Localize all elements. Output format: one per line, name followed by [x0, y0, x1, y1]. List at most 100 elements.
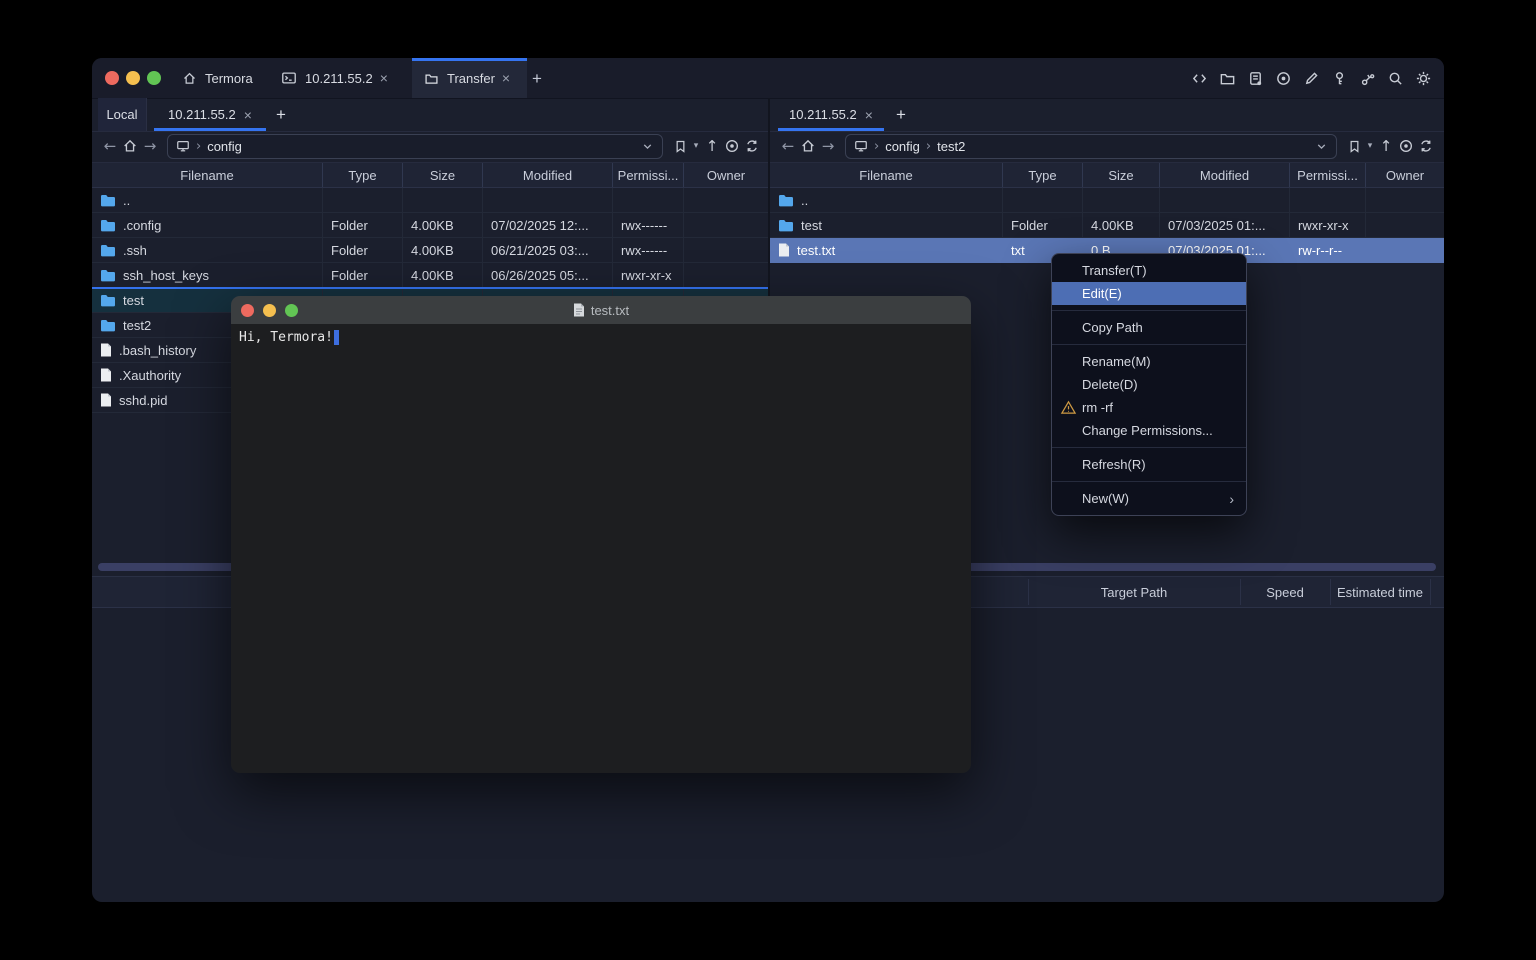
breadcrumb-segment[interactable]: config: [885, 139, 920, 154]
filename: ..: [123, 193, 130, 208]
column-header-modified[interactable]: Modified: [1160, 163, 1290, 187]
column-header-permissions[interactable]: Permissi...: [1290, 163, 1366, 187]
right-back-button[interactable]: ←: [778, 135, 798, 157]
column-header-target-path[interactable]: Target Path: [1028, 577, 1240, 607]
computer-icon: [176, 139, 190, 153]
right-bookmark-button[interactable]: [1344, 135, 1364, 157]
left-tab-remote[interactable]: 10.211.55.2 ×: [154, 98, 266, 131]
menu-separator: [1052, 310, 1246, 311]
column-header-filename[interactable]: Filename: [770, 163, 1003, 187]
right-show-hidden-button[interactable]: [1396, 135, 1416, 157]
right-path-field[interactable]: › config › test2: [845, 134, 1337, 159]
right-refresh-button[interactable]: [1416, 135, 1436, 157]
left-show-hidden-button[interactable]: [722, 135, 742, 157]
maximize-window-button[interactable]: [147, 71, 161, 85]
filename: sshd.pid: [119, 393, 167, 408]
close-window-button[interactable]: [105, 71, 119, 85]
left-new-tab-button[interactable]: +: [276, 98, 286, 131]
table-row[interactable]: .config Folder 4.00KB 07/02/2025 12:... …: [92, 213, 768, 238]
column-header-owner[interactable]: Owner: [1366, 163, 1444, 187]
menu-item-rm-rf[interactable]: rm -rf: [1052, 396, 1246, 419]
tab-termora[interactable]: Termora: [180, 58, 272, 98]
right-tab-remote-close-icon[interactable]: ×: [865, 108, 873, 122]
code-icon[interactable]: [1190, 69, 1208, 87]
right-home-button[interactable]: [798, 135, 818, 157]
column-header-type[interactable]: Type: [1003, 163, 1083, 187]
table-row[interactable]: test Folder 4.00KB 07/03/2025 01:... rwx…: [770, 213, 1444, 238]
left-tab-local-label: Local: [106, 107, 137, 122]
column-header-type[interactable]: Type: [323, 163, 403, 187]
permissions-cell: rwx------: [613, 238, 684, 262]
right-table-header: Filename Type Size Modified Permissi... …: [770, 162, 1444, 188]
menu-item-new[interactable]: New(W) ›: [1052, 487, 1246, 510]
left-bookmark-button[interactable]: [670, 135, 690, 157]
owner-cell: [684, 238, 768, 262]
search-icon[interactable]: [1386, 69, 1404, 87]
right-forward-button[interactable]: →: [818, 135, 838, 157]
tab-transfer-close-icon[interactable]: ×: [502, 71, 510, 85]
right-tab-remote[interactable]: 10.211.55.2 ×: [778, 98, 884, 131]
right-new-tab-button[interactable]: +: [896, 98, 906, 131]
breadcrumb-segment[interactable]: config: [207, 139, 242, 154]
left-refresh-button[interactable]: [742, 135, 762, 157]
right-bookmark-caret-icon[interactable]: ▾: [1364, 135, 1376, 157]
column-header-size[interactable]: Size: [1083, 163, 1160, 187]
left-path-field[interactable]: › config: [167, 134, 663, 159]
left-home-button[interactable]: [120, 135, 140, 157]
table-row[interactable]: ..: [92, 188, 768, 213]
tab-transfer-label: Transfer: [447, 71, 495, 86]
log-icon[interactable]: [1246, 69, 1264, 87]
key-icon[interactable]: [1330, 69, 1348, 87]
menu-item-change-permissions[interactable]: Change Permissions...: [1052, 419, 1246, 442]
editor-maximize-button[interactable]: [285, 304, 298, 317]
left-forward-button[interactable]: →: [140, 135, 160, 157]
folder-icon[interactable]: [1218, 69, 1236, 87]
minimize-window-button[interactable]: [126, 71, 140, 85]
right-parent-dir-button[interactable]: ↑: [1376, 135, 1396, 157]
folder-tab-icon: [422, 69, 440, 87]
table-row[interactable]: .ssh Folder 4.00KB 06/21/2025 03:... rwx…: [92, 238, 768, 263]
menu-item-transfer[interactable]: Transfer(T): [1052, 259, 1246, 282]
titlebar: Termora 10.211.55.2 × Transfer × +: [92, 58, 1444, 99]
left-tab-remote-close-icon[interactable]: ×: [244, 108, 252, 122]
menu-item-delete[interactable]: Delete(D): [1052, 373, 1246, 396]
menu-item-edit[interactable]: Edit(E): [1052, 282, 1246, 305]
right-path-dropdown-icon[interactable]: [1315, 140, 1328, 153]
record-icon[interactable]: [1274, 69, 1292, 87]
breadcrumb-segment[interactable]: test2: [937, 139, 965, 154]
tab-transfer[interactable]: Transfer ×: [412, 58, 527, 98]
column-header-modified[interactable]: Modified: [483, 163, 613, 187]
table-row[interactable]: ..: [770, 188, 1444, 213]
column-header-owner[interactable]: Owner: [684, 163, 768, 187]
column-header-size[interactable]: Size: [403, 163, 483, 187]
menu-item-rename[interactable]: Rename(M): [1052, 350, 1246, 373]
left-parent-dir-button[interactable]: ↑: [702, 135, 722, 157]
column-header-filename[interactable]: Filename: [92, 163, 323, 187]
keychain-icon[interactable]: [1358, 69, 1376, 87]
left-tab-local[interactable]: Local: [98, 98, 147, 131]
left-bookmark-caret-icon[interactable]: ▾: [690, 135, 702, 157]
editor-window: test.txt Hi, Termora!: [231, 296, 971, 773]
terminal-icon: [280, 69, 298, 87]
left-path-dropdown-icon[interactable]: [641, 140, 654, 153]
column-header-speed[interactable]: Speed: [1240, 577, 1330, 607]
filename: .ssh: [123, 243, 147, 258]
editor-minimize-button[interactable]: [263, 304, 276, 317]
menu-item-copy-path[interactable]: Copy Path: [1052, 316, 1246, 339]
menu-item-refresh[interactable]: Refresh(R): [1052, 453, 1246, 476]
new-tab-button[interactable]: +: [532, 58, 542, 98]
editor-content[interactable]: Hi, Termora!: [231, 324, 971, 773]
column-header-estimated-time[interactable]: Estimated time: [1330, 577, 1430, 607]
tab-terminal-host-close-icon[interactable]: ×: [380, 71, 388, 85]
gear-icon[interactable]: [1414, 69, 1432, 87]
size-cell: [1083, 188, 1160, 212]
size-cell: [403, 188, 483, 212]
left-back-button[interactable]: ←: [100, 135, 120, 157]
folder-icon: [100, 319, 116, 332]
pencil-icon[interactable]: [1302, 69, 1320, 87]
editor-close-button[interactable]: [241, 304, 254, 317]
tab-terminal-host[interactable]: 10.211.55.2 ×: [280, 58, 402, 98]
table-row[interactable]: ssh_host_keys Folder 4.00KB 06/26/2025 0…: [92, 263, 768, 288]
column-header-permissions[interactable]: Permissi...: [613, 163, 684, 187]
breadcrumb-separator: ›: [874, 139, 879, 154]
